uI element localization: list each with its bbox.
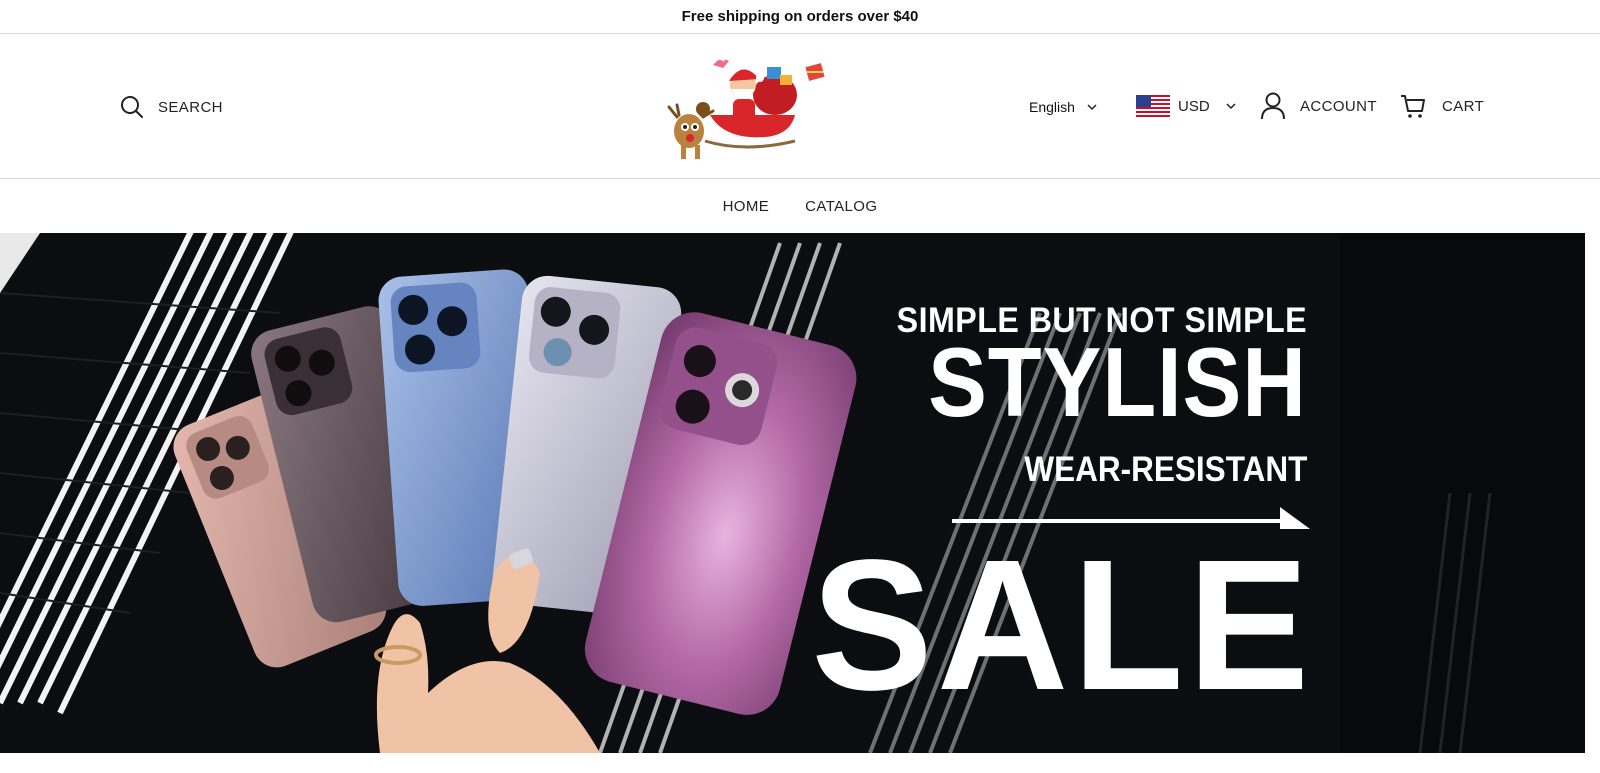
nav-item-home[interactable]: HOME [723,198,770,215]
search-label: SEARCH [158,98,223,116]
search-icon [121,96,143,118]
announcement-bar: Free shipping on orders over $40 [0,0,1600,34]
currency-value: USD [1178,97,1210,115]
hero-banner[interactable]: SIMPLE BUT NOT SIMPLE STYLISH WEAR-RESIS… [0,233,1585,753]
hero-text: SIMPLE BUT NOT SIMPLE STYLISH WEAR-RESIS… [0,233,1585,753]
nav-item-catalog[interactable]: CATALOG [805,198,877,215]
user-icon [1261,92,1285,120]
chevron-down-icon [1087,104,1097,111]
currency-selector[interactable]: USD [1136,93,1236,119]
santa-sleigh-logo[interactable] [655,45,830,167]
language-selector[interactable]: English [1029,95,1097,119]
hero-headline: STYLISH [928,327,1307,437]
hero-sale: SALE [811,522,1313,729]
main-nav: HOME CATALOG [0,180,1600,232]
cart-label: CART [1442,97,1485,115]
announcement-text: Free shipping on orders over $40 [681,8,919,25]
cart-icon [1401,95,1425,118]
search-button[interactable]: SEARCH [120,93,223,121]
account-link[interactable]: ACCOUNT [1260,91,1377,121]
site-header: SEARCH English USD ACCOUNT CART [0,35,1600,179]
chevron-down-icon [1226,103,1236,110]
hero-subheadline: WEAR-RESISTANT [1024,450,1307,489]
us-flag-icon [1136,95,1170,117]
cart-link[interactable]: CART [1400,91,1484,121]
language-value: English [1029,99,1075,115]
account-label: ACCOUNT [1300,97,1377,115]
